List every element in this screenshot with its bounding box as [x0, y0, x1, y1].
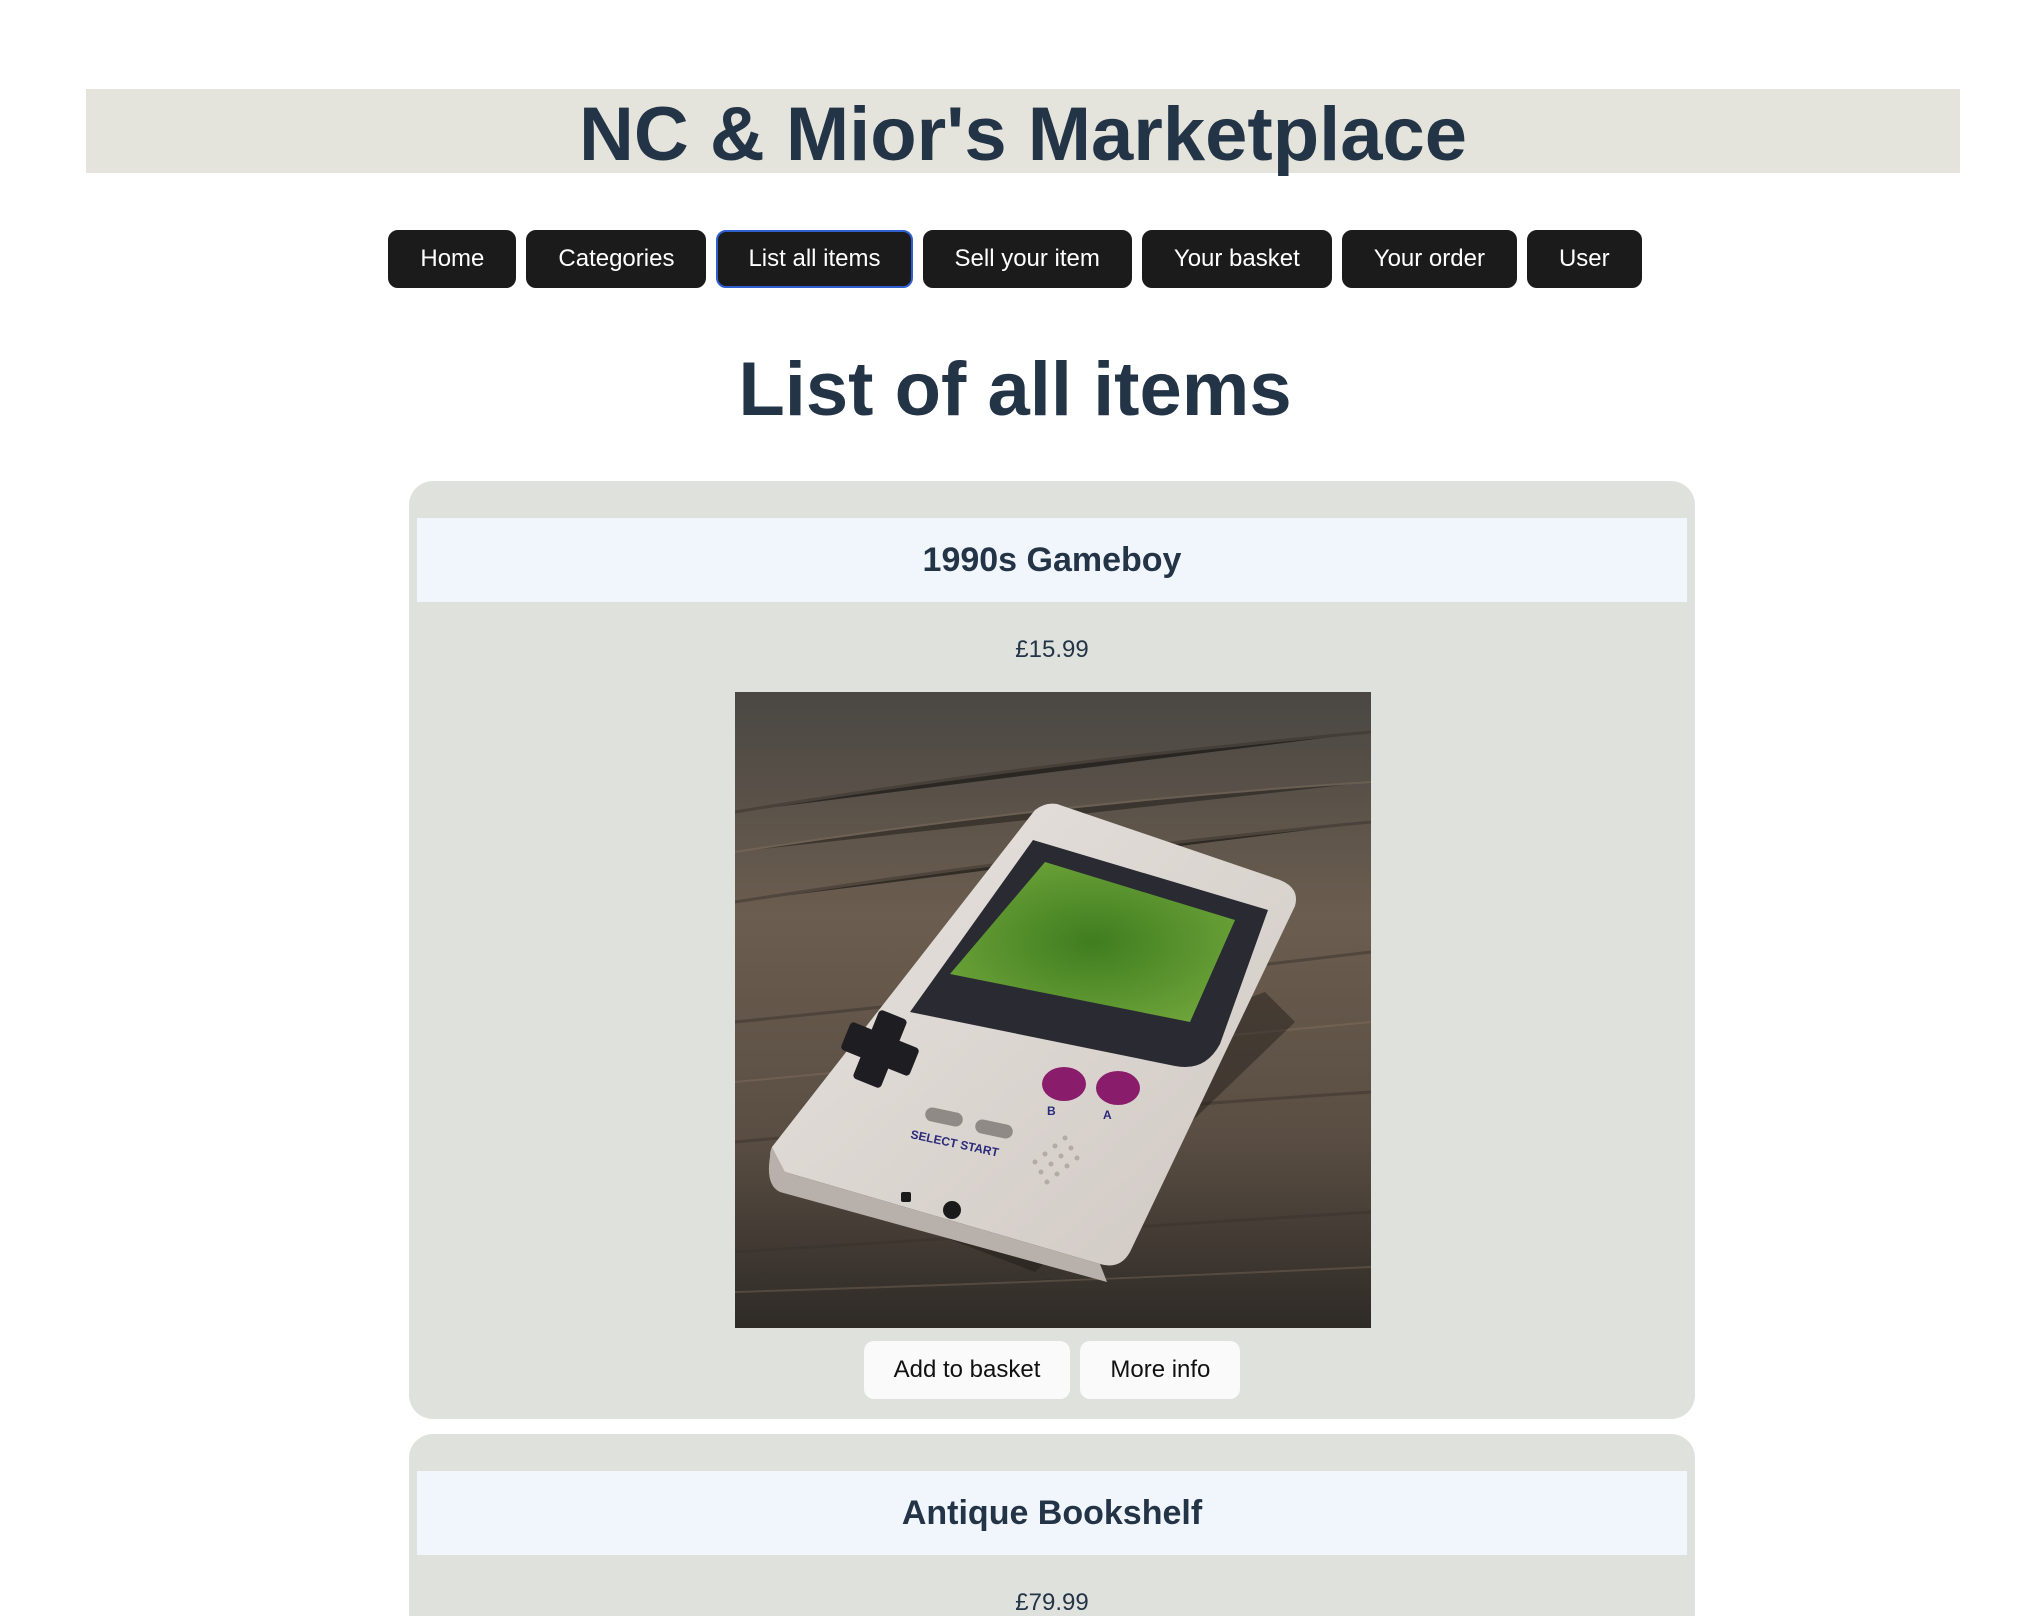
nav-categories-button[interactable]: Categories — [526, 230, 707, 288]
item-image: B A SELECT START — [735, 692, 1371, 1328]
item-title-bar: Antique Bookshelf — [417, 1471, 1687, 1555]
more-info-button[interactable]: More info — [1080, 1341, 1241, 1399]
page: NC & Mior's Marketplace Home Categories … — [0, 0, 2030, 1616]
gameboy-photo: B A SELECT START — [735, 692, 1371, 1328]
add-to-basket-button[interactable]: Add to basket — [863, 1341, 1071, 1399]
item-title-bar: 1990s Gameboy — [417, 518, 1687, 602]
item-card: 1990s Gameboy £15.99 B A SELECT START Ad… — [409, 481, 1695, 1419]
item-card: Antique Bookshelf £79.99 — [409, 1434, 1695, 1616]
nav-basket-button[interactable]: Your basket — [1141, 230, 1332, 288]
item-price: £79.99 — [1015, 1589, 1089, 1616]
nav-list-all-items-button[interactable]: List all items — [716, 230, 913, 288]
item-actions: Add to basket More info — [409, 1341, 1695, 1399]
site-title: NC & Mior's Marketplace — [578, 92, 1468, 177]
nav-user-button[interactable]: User — [1526, 230, 1642, 288]
item-title: Antique Bookshelf — [901, 1493, 1203, 1532]
item-title: 1990s Gameboy — [922, 540, 1182, 579]
nav-sell-item-button[interactable]: Sell your item — [922, 230, 1132, 288]
svg-text:A: A — [1103, 1108, 1112, 1122]
nav-order-button[interactable]: Your order — [1341, 230, 1517, 288]
svg-text:B: B — [1047, 1104, 1056, 1118]
main-nav: Home Categories List all items Sell your… — [0, 230, 2030, 288]
page-heading: List of all items — [738, 347, 1292, 432]
site-header: NC & Mior's Marketplace — [86, 89, 1960, 173]
nav-home-button[interactable]: Home — [388, 230, 517, 288]
item-price: £15.99 — [1015, 636, 1089, 663]
